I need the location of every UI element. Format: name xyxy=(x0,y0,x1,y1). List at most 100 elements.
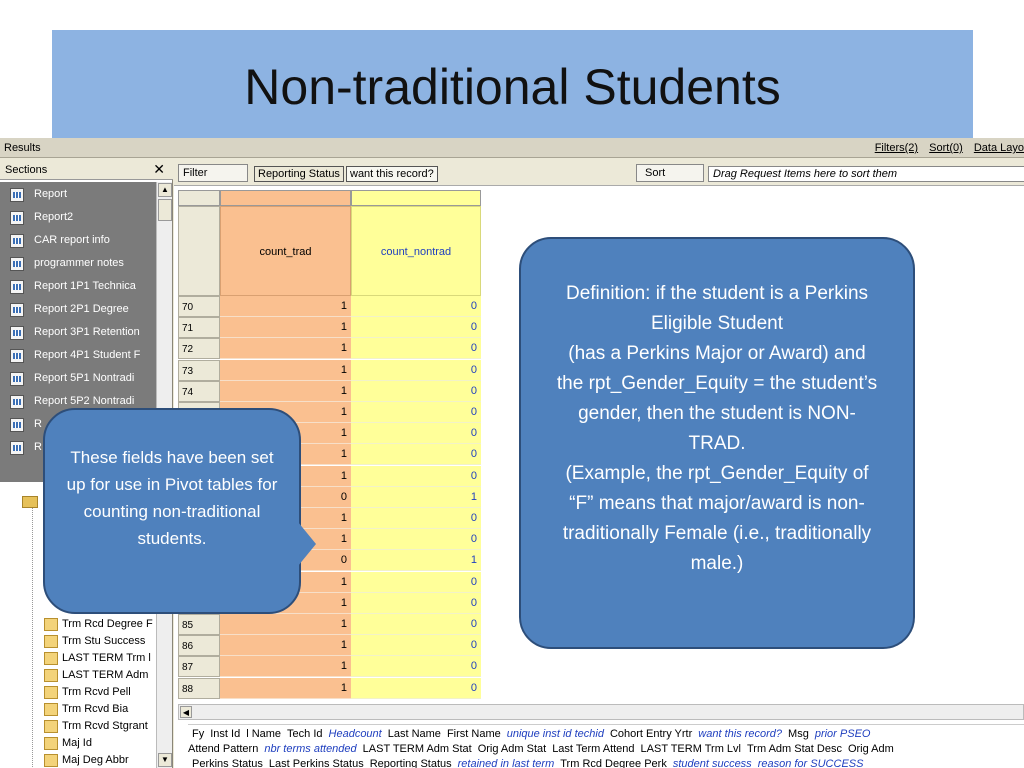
section-item[interactable]: Report 3P1 Retention xyxy=(0,322,156,345)
field-chip[interactable]: Headcount xyxy=(329,728,382,740)
field-chip[interactable]: nbr terms attended xyxy=(264,743,356,755)
cell-count-trad[interactable]: 1 xyxy=(220,296,351,317)
tree-connector xyxy=(32,502,33,767)
cell-count-nontrad[interactable]: 0 xyxy=(351,677,481,699)
section-item-label: Report2 xyxy=(34,211,74,223)
cell-count-trad[interactable]: 1 xyxy=(220,656,351,678)
scroll-thumb[interactable] xyxy=(158,199,172,221)
field-chip[interactable]: Trm Adm Stat Desc xyxy=(747,743,842,755)
cell-count-nontrad[interactable]: 0 xyxy=(351,423,481,445)
cell-count-nontrad[interactable]: 0 xyxy=(351,359,481,381)
column-header-bar-trad[interactable] xyxy=(220,190,351,206)
field-chip[interactable]: reason for SUCCESS xyxy=(758,758,864,768)
field-chip[interactable]: LAST TERM Trm Lvl xyxy=(641,743,741,755)
field-chip[interactable]: Orig Adm Stat xyxy=(478,743,546,755)
section-item[interactable]: Report 4P1 Student F xyxy=(0,345,156,368)
field-chip[interactable]: retained in last term xyxy=(458,758,555,768)
section-item[interactable]: Report 5P1 Nontradi xyxy=(0,368,156,391)
tree-item-label: LAST TERM Trm l xyxy=(62,652,151,664)
field-chip[interactable]: Attend Pattern xyxy=(188,743,258,755)
field-chip[interactable]: student success xyxy=(673,758,752,768)
tree-item[interactable]: LAST TERM Adm xyxy=(44,667,156,684)
field-chip[interactable]: Reporting Status xyxy=(370,758,452,768)
field-chip[interactable]: Trm Rcd Degree Perk xyxy=(560,758,667,768)
field-chip[interactable]: LAST TERM Adm Stat xyxy=(363,743,472,755)
cell-count-nontrad[interactable]: 0 xyxy=(351,508,481,529)
cell-count-nontrad[interactable]: 0 xyxy=(351,296,481,317)
cell-count-nontrad[interactable]: 0 xyxy=(351,465,481,487)
tree-item-label: LAST TERM Adm xyxy=(62,669,149,681)
column-header-count-nontrad[interactable]: count_nontrad xyxy=(351,206,481,296)
field-chip[interactable]: l Name xyxy=(246,728,281,740)
field-chip[interactable]: Last Name xyxy=(388,728,441,740)
field-chip[interactable]: prior PSEO xyxy=(815,728,871,740)
scroll-up-icon[interactable]: ▲ xyxy=(158,183,172,197)
tree-item[interactable]: Trm Stu Success xyxy=(44,633,156,650)
cell-count-trad[interactable]: 1 xyxy=(220,635,351,657)
sort-link[interactable]: Sort(0) xyxy=(929,142,963,154)
filters-link[interactable]: Filters(2) xyxy=(875,142,918,154)
data-layout-link[interactable]: Data Layo xyxy=(974,142,1024,154)
scroll-down-icon[interactable]: ▼ xyxy=(158,753,172,767)
cell-count-nontrad[interactable]: 0 xyxy=(351,571,481,593)
cell-count-nontrad[interactable]: 0 xyxy=(351,529,481,551)
tree-item[interactable]: LAST TERM Trm l xyxy=(44,650,156,667)
section-item-label: Report 3P1 Retention xyxy=(34,326,140,338)
field-chip[interactable]: Msg xyxy=(788,728,809,740)
cell-count-trad[interactable]: 1 xyxy=(220,317,351,339)
field-chip[interactable]: Cohort Entry Yrtr xyxy=(610,728,692,740)
tree-item[interactable]: Trm Rcvd Bia xyxy=(44,701,156,718)
field-chip[interactable]: Inst Id xyxy=(210,728,240,740)
tree-item[interactable]: Maj Deg Abbr xyxy=(44,752,156,768)
section-item-label: Report 5P1 Nontradi xyxy=(34,372,135,384)
sort-drop-zone[interactable]: Drag Request Items here to sort them xyxy=(708,166,1024,182)
close-icon[interactable]: ✕ xyxy=(153,161,165,178)
cell-count-nontrad[interactable]: 0 xyxy=(351,614,481,635)
field-chip[interactable]: Orig Adm xyxy=(848,743,894,755)
tree-item[interactable]: Trm Rcvd Pell xyxy=(44,684,156,701)
tree-item[interactable]: Maj Id xyxy=(44,735,156,752)
section-item[interactable]: Report 2P1 Degree xyxy=(0,299,156,322)
field-chip[interactable]: Last Perkins Status xyxy=(269,758,364,768)
field-chip[interactable]: want this record? xyxy=(698,728,782,740)
cell-count-nontrad[interactable]: 0 xyxy=(351,656,481,678)
scroll-left-icon[interactable]: ◀ xyxy=(180,706,192,718)
field-chip[interactable]: Last Term Attend xyxy=(552,743,634,755)
field-chip[interactable]: Perkins Status xyxy=(192,758,263,768)
cell-count-trad[interactable]: 1 xyxy=(220,677,351,699)
report-icon xyxy=(10,418,24,432)
column-header-count-trad[interactable]: count_trad xyxy=(220,206,351,296)
cell-count-nontrad[interactable]: 0 xyxy=(351,402,481,423)
cell-count-nontrad[interactable]: 0 xyxy=(351,592,481,614)
folder-icon[interactable] xyxy=(22,496,38,508)
definition-line-1: Definition: if the student is a Perkins … xyxy=(565,283,869,334)
column-header-bar-nontrad[interactable] xyxy=(351,190,481,206)
field-chip[interactable]: First Name xyxy=(447,728,501,740)
tree-item[interactable]: Trm Rcd Degree F xyxy=(44,616,156,633)
section-item[interactable]: programmer notes xyxy=(0,253,156,276)
field-chip[interactable]: Fy xyxy=(192,728,204,740)
cell-count-nontrad[interactable]: 0 xyxy=(351,444,481,466)
horizontal-scrollbar[interactable]: ◀ xyxy=(178,704,1024,720)
cell-count-nontrad[interactable]: 1 xyxy=(351,550,481,572)
callout-pivot-fields-text: These fields have been set up for use in… xyxy=(66,448,278,548)
section-item[interactable]: CAR report info xyxy=(0,230,156,253)
cell-count-trad[interactable]: 1 xyxy=(220,614,351,635)
cell-count-nontrad[interactable]: 0 xyxy=(351,635,481,657)
section-item[interactable]: Report 1P1 Technica xyxy=(0,276,156,299)
cell-count-nontrad[interactable]: 1 xyxy=(351,486,481,508)
cell-count-nontrad[interactable]: 0 xyxy=(351,338,481,360)
cell-count-trad[interactable]: 1 xyxy=(220,380,351,402)
field-chip[interactable]: Tech Id xyxy=(287,728,322,740)
tree-item[interactable]: Trm Rcvd Stgrant xyxy=(44,718,156,735)
section-item[interactable]: Report2 xyxy=(0,207,156,230)
fields-line-3: Perkins Status Last Perkins Status Reporti… xyxy=(192,757,869,768)
cell-count-nontrad[interactable]: 0 xyxy=(351,317,481,339)
filter-chip-reporting-status[interactable]: Reporting Status xyxy=(254,166,344,182)
field-chip[interactable]: unique inst id techid xyxy=(507,728,604,740)
cell-count-trad[interactable]: 1 xyxy=(220,338,351,360)
section-item[interactable]: Report xyxy=(0,184,156,207)
cell-count-nontrad[interactable]: 0 xyxy=(351,380,481,402)
cell-count-trad[interactable]: 1 xyxy=(220,359,351,381)
filter-chip-want-record[interactable]: want this record? xyxy=(346,166,438,182)
